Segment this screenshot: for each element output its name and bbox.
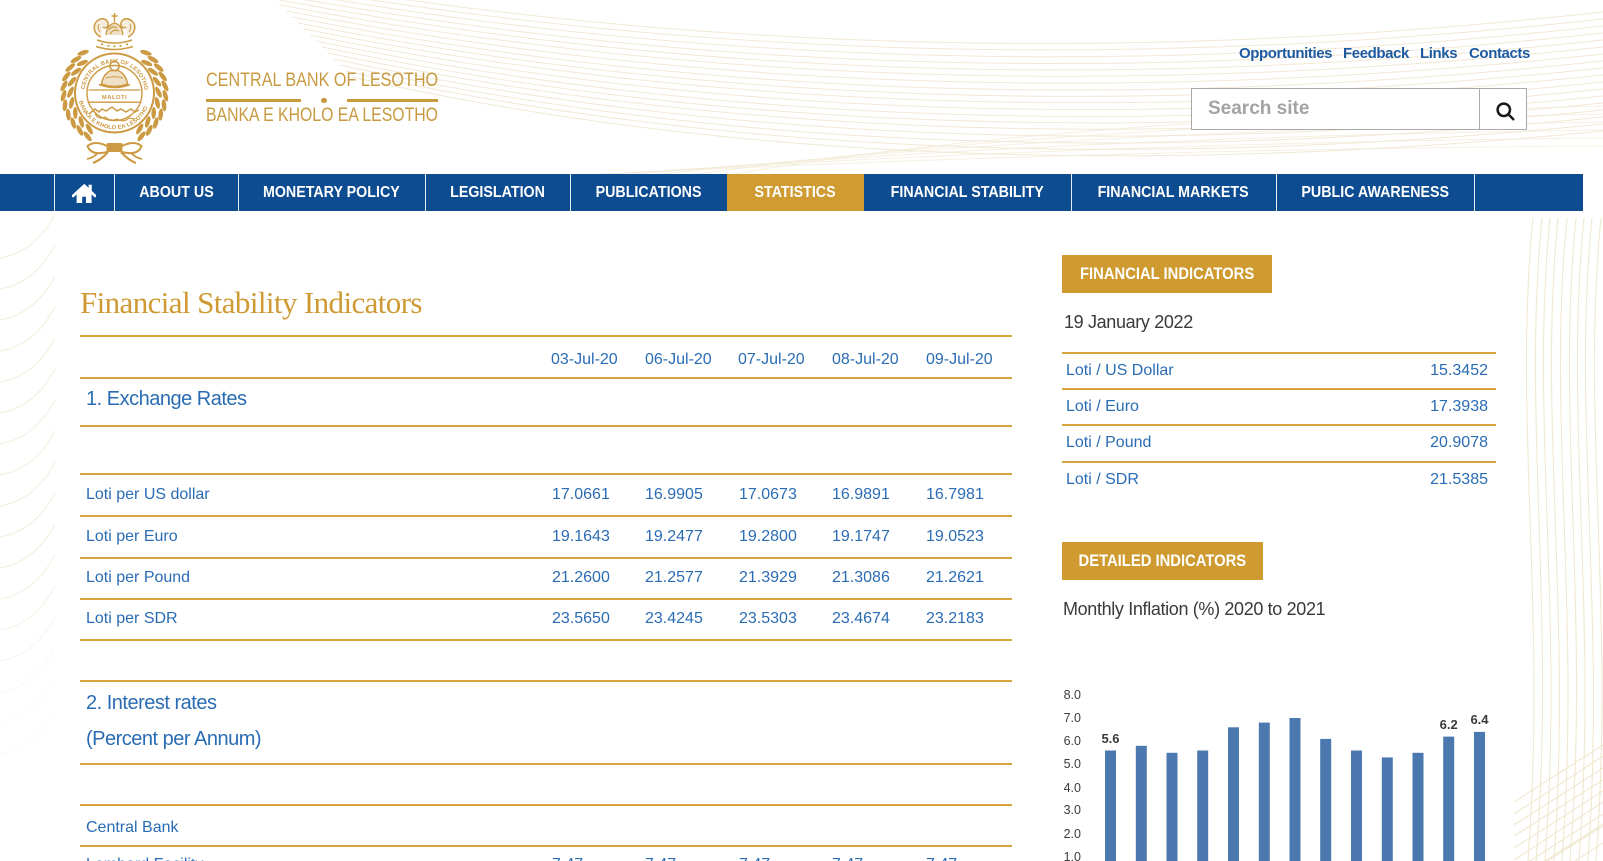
svg-text:4.0: 4.0 <box>1064 781 1081 795</box>
svg-text:6.4: 6.4 <box>1470 712 1489 727</box>
svg-text:6.0: 6.0 <box>1064 734 1081 748</box>
svg-text:3.0: 3.0 <box>1064 803 1081 817</box>
svg-text:1.0: 1.0 <box>1064 850 1081 861</box>
svg-text:7.0: 7.0 <box>1064 711 1081 725</box>
svg-text:MALOTI: MALOTI <box>102 95 127 101</box>
svg-text:8.0: 8.0 <box>1064 688 1081 702</box>
svg-text:6.2: 6.2 <box>1440 717 1458 732</box>
svg-text:5.0: 5.0 <box>1064 757 1081 771</box>
svg-text:5.6: 5.6 <box>1101 731 1119 746</box>
svg-text:2.0: 2.0 <box>1064 827 1081 841</box>
